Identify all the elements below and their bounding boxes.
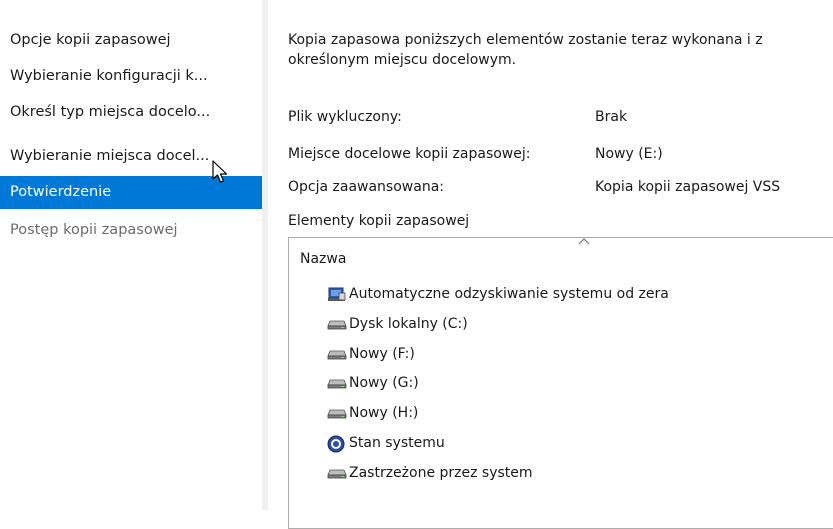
list-item[interactable]: Nowy (G:) <box>327 372 419 394</box>
drive-icon <box>327 316 347 332</box>
destination-value: Nowy (E:) <box>595 146 663 162</box>
column-header-name[interactable]: Nazwa <box>300 251 346 267</box>
bare-metal-recovery-icon <box>327 286 347 302</box>
list-item[interactable]: Nowy (H:) <box>327 402 418 424</box>
system-state-icon <box>327 435 347 453</box>
step-select-configuration[interactable]: Wybieranie konfiguracji k... <box>0 61 262 91</box>
confirmation-panel: Kopia zapasowa poniższych elementów zost… <box>268 0 833 529</box>
list-item[interactable]: Dysk lokalny (C:) <box>327 313 468 335</box>
advanced-label: Opcja zaawansowana: <box>288 179 444 195</box>
list-item-label: Zastrzeżone przez system <box>349 465 533 481</box>
list-item-label: Nowy (G:) <box>349 375 419 391</box>
intro-line-2: określonym miejscu docelowym. <box>288 52 517 68</box>
list-item-label: Automatyczne odzyskiwanie systemu od zer… <box>349 286 669 302</box>
step-destination-type[interactable]: Określ typ miejsca docelo... <box>0 97 262 127</box>
list-item[interactable]: Stan systemu <box>327 432 445 454</box>
wizard-steps-sidebar: Opcje kopii zapasowej Wybieranie konfigu… <box>0 0 262 510</box>
drive-icon <box>327 465 347 481</box>
step-backup-options[interactable]: Opcje kopii zapasowej <box>0 25 262 55</box>
drive-icon <box>327 405 347 421</box>
intro-line-1: Kopia zapasowa poniższych elementów zost… <box>288 32 763 48</box>
drive-icon <box>327 346 347 362</box>
list-item[interactable]: Zastrzeżone przez system <box>327 462 533 484</box>
backup-items-title: Elementy kopii zapasowej <box>288 213 470 229</box>
backup-items-list[interactable]: Nazwa Automatyczne odzyskiwanie systemu … <box>288 237 833 529</box>
sort-ascending-icon[interactable] <box>577 236 591 246</box>
step-select-destination[interactable]: Wybieranie miejsca docel... <box>0 141 262 171</box>
step-confirmation[interactable]: Potwierdzenie <box>0 176 262 209</box>
list-item[interactable]: Automatyczne odzyskiwanie systemu od zer… <box>327 283 669 305</box>
destination-label: Miejsce docelowe kopii zapasowej: <box>288 146 531 162</box>
excluded-label: Plik wykluczony: <box>288 109 402 125</box>
step-backup-progress: Postęp kopii zapasowej <box>10 222 178 238</box>
excluded-value: Brak <box>595 109 628 125</box>
drive-icon <box>327 375 347 391</box>
list-item-label: Dysk lokalny (C:) <box>349 316 468 332</box>
advanced-value: Kopia kopii zapasowej VSS <box>595 179 781 195</box>
list-item[interactable]: Nowy (F:) <box>327 343 415 365</box>
list-item-label: Nowy (H:) <box>349 405 419 421</box>
list-item-label: Stan systemu <box>349 435 445 451</box>
intro-text: Kopia zapasowa poniższych elementów zost… <box>288 30 833 70</box>
list-item-label: Nowy (F:) <box>349 346 415 362</box>
